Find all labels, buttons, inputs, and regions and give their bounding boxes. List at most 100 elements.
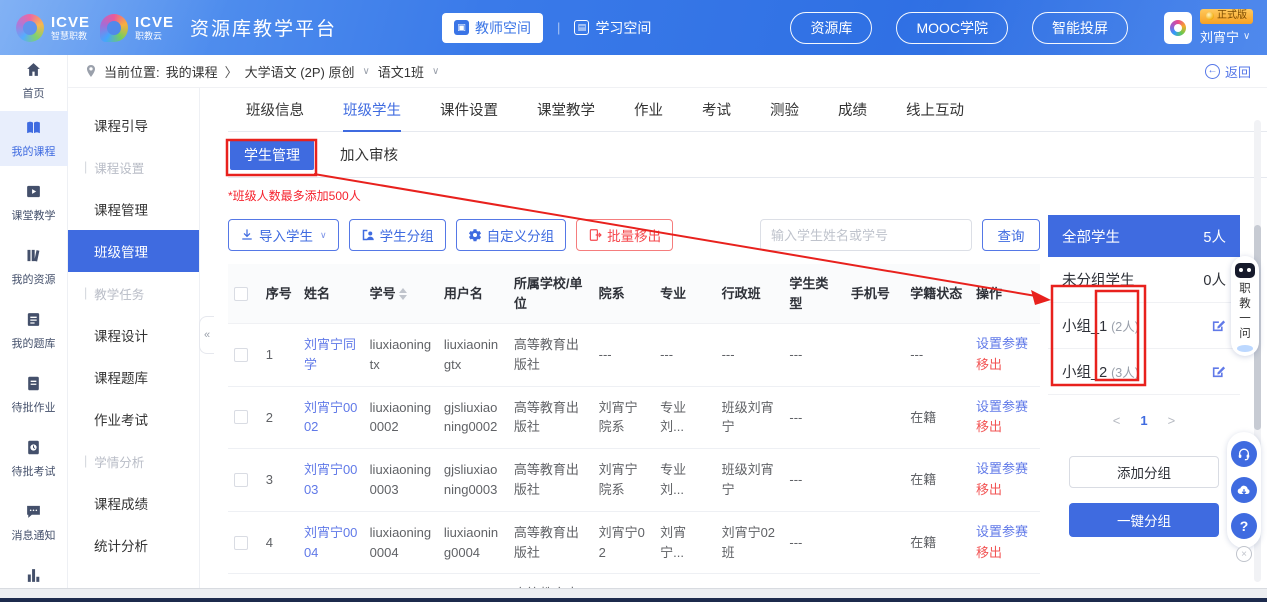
remove-student-link[interactable]: 移出 bbox=[976, 543, 1034, 564]
menu-section-8: 学情分析 bbox=[68, 440, 199, 482]
close-float-button[interactable]: × bbox=[1236, 546, 1252, 562]
chevron-down-icon[interactable]: ∨ bbox=[362, 66, 369, 77]
remove-student-link[interactable]: 移出 bbox=[976, 417, 1034, 438]
tab-3[interactable]: 课堂教学 bbox=[537, 99, 595, 131]
import-students-button[interactable]: 导入学生 ∨ bbox=[228, 219, 339, 251]
sidebar-item-homework[interactable]: 待批作业 bbox=[0, 367, 68, 422]
assistant-label-char: 职 bbox=[1239, 282, 1251, 297]
teacher-space-button[interactable]: ▣ 教师空间 bbox=[442, 13, 543, 43]
assistant-widget[interactable]: 职教一问 bbox=[1231, 256, 1259, 356]
menu-item-10[interactable]: 统计分析 bbox=[68, 524, 199, 566]
query-button[interactable]: 查询 bbox=[982, 219, 1040, 251]
headset-icon bbox=[1237, 447, 1251, 461]
stats-icon bbox=[25, 567, 42, 587]
prev-page-button[interactable]: < bbox=[1113, 413, 1121, 428]
tab-5[interactable]: 考试 bbox=[702, 99, 731, 131]
group-all-students[interactable]: 全部学生 5人 bbox=[1048, 215, 1240, 257]
download-center-button[interactable] bbox=[1231, 477, 1257, 503]
row-checkbox[interactable] bbox=[234, 473, 248, 487]
group-item-2[interactable]: 小组_2(3人) bbox=[1048, 349, 1240, 395]
course-sidebar-menu: 课程引导课程设置课程管理班级管理教学任务课程设计课程题库作业考试学情分析课程成绩… bbox=[68, 88, 200, 602]
subtab-student-management[interactable]: 学生管理 bbox=[230, 140, 314, 170]
menu-item-7[interactable]: 作业考试 bbox=[68, 398, 199, 440]
batch-remove-button[interactable]: 批量移出 bbox=[576, 219, 673, 251]
version-badge: 正式版 bbox=[1200, 9, 1253, 24]
student-name-link[interactable]: 刘宵宁0004 bbox=[304, 525, 357, 560]
group-name: 小组_2 bbox=[1062, 361, 1107, 382]
set-contest-link[interactable]: 设置参赛 bbox=[976, 522, 1034, 543]
row-checkbox[interactable] bbox=[234, 410, 248, 424]
play-icon bbox=[25, 183, 42, 203]
group-count: (3人) bbox=[1111, 362, 1139, 381]
row-checkbox[interactable] bbox=[234, 536, 248, 550]
set-contest-link[interactable]: 设置参赛 bbox=[976, 397, 1034, 418]
menu-item-3[interactable]: 班级管理 bbox=[68, 230, 199, 272]
user-menu[interactable]: 刘宵宁 ∨ bbox=[1200, 27, 1250, 46]
header-pill-0[interactable]: 资源库 bbox=[790, 12, 872, 44]
tab-8[interactable]: 线上互动 bbox=[906, 99, 964, 131]
menu-item-6[interactable]: 课程题库 bbox=[68, 356, 199, 398]
student-name-link[interactable]: 刘宵宁0003 bbox=[304, 462, 357, 497]
column-header-10: 学籍状态 bbox=[904, 264, 970, 324]
next-page-button[interactable]: > bbox=[1168, 413, 1176, 428]
menu-item-0[interactable]: 课程引导 bbox=[68, 104, 199, 146]
column-header-7: 行政班 bbox=[716, 264, 784, 324]
auto-group-button[interactable]: 一键分组 bbox=[1069, 503, 1219, 537]
group-item-1[interactable]: 小组_1(2人) bbox=[1048, 303, 1240, 349]
remove-student-link[interactable]: 移出 bbox=[976, 480, 1034, 501]
sidebar-item-message[interactable]: 消息通知 bbox=[0, 495, 68, 550]
edit-icon bbox=[1211, 364, 1226, 379]
breadcrumb-class[interactable]: 语文1班 bbox=[378, 62, 424, 81]
tab-4[interactable]: 作业 bbox=[634, 99, 663, 131]
header-pill-1[interactable]: MOOC学院 bbox=[896, 12, 1008, 44]
remove-student-link[interactable]: 移出 bbox=[976, 355, 1034, 376]
tab-7[interactable]: 成绩 bbox=[838, 99, 867, 131]
student-search-input[interactable] bbox=[760, 219, 972, 251]
sidebar-item-home[interactable]: 首页 bbox=[0, 55, 68, 107]
group-ungrouped-students[interactable]: 未分组学生 0人 bbox=[1048, 257, 1240, 303]
top-header: ICVE 智慧职教 ICVE 职教云 资源库教学平台 ▣ 教师空间 | ▤ 学习… bbox=[0, 0, 1267, 55]
student-name-link[interactable]: 刘宵宁0002 bbox=[304, 400, 357, 435]
learn-space-button[interactable]: ▤ 学习空间 bbox=[574, 18, 651, 38]
select-all-checkbox[interactable] bbox=[234, 287, 248, 301]
subtab-join-review[interactable]: 加入审核 bbox=[340, 144, 398, 165]
menu-item-5[interactable]: 课程设计 bbox=[68, 314, 199, 356]
assistant-label-char: 问 bbox=[1239, 327, 1251, 342]
column-header-5: 院系 bbox=[593, 264, 654, 324]
add-group-button[interactable]: 添加分组 bbox=[1069, 456, 1219, 488]
student-name-link[interactable]: 刘宵宁同学 bbox=[304, 337, 356, 372]
set-contest-link[interactable]: 设置参赛 bbox=[976, 334, 1034, 355]
sort-icon[interactable] bbox=[399, 288, 407, 300]
current-page[interactable]: 1 bbox=[1140, 413, 1147, 428]
edit-group-button[interactable] bbox=[1211, 318, 1226, 333]
edit-group-button[interactable] bbox=[1211, 364, 1226, 379]
set-contest-link[interactable]: 设置参赛 bbox=[976, 459, 1034, 480]
ungrouped-count: 0人 bbox=[1203, 269, 1226, 290]
sidebar-item-bank[interactable]: 我的题库 bbox=[0, 303, 68, 358]
sidebar-item-resource[interactable]: 我的资源 bbox=[0, 239, 68, 294]
sidebar-item-course[interactable]: 我的课程 bbox=[0, 111, 68, 166]
student-toolbar: 导入学生 ∨ 学生分组 自定义分组 批量移 bbox=[228, 219, 1040, 251]
customer-service-button[interactable] bbox=[1231, 441, 1257, 467]
back-button[interactable]: ← 返回 bbox=[1205, 62, 1251, 81]
group-students-button[interactable]: 学生分组 bbox=[349, 219, 446, 251]
sidebar-item-play[interactable]: 课堂教学 bbox=[0, 175, 68, 230]
tab-6[interactable]: 测验 bbox=[770, 99, 799, 131]
group-panel: 全部学生 5人 未分组学生 0人 小组_1(2人)小组_2(3人) < 1 > … bbox=[1048, 215, 1240, 537]
tab-2[interactable]: 课件设置 bbox=[440, 99, 498, 131]
tab-1[interactable]: 班级学生 bbox=[343, 99, 401, 132]
breadcrumb-course[interactable]: 大学语文 (2P) 原创 bbox=[245, 62, 355, 81]
breadcrumb-my-courses[interactable]: 我的课程 bbox=[166, 62, 218, 81]
custom-group-button[interactable]: 自定义分组 bbox=[456, 219, 567, 251]
tab-0[interactable]: 班级信息 bbox=[246, 99, 304, 131]
menu-item-2[interactable]: 课程管理 bbox=[68, 188, 199, 230]
chevron-down-icon[interactable]: ∨ bbox=[432, 66, 439, 77]
message-icon bbox=[25, 503, 42, 523]
menu-item-9[interactable]: 课程成绩 bbox=[68, 482, 199, 524]
collapse-sidebar-button[interactable]: « bbox=[199, 316, 214, 354]
user-avatar[interactable] bbox=[1164, 12, 1192, 44]
sidebar-item-exam[interactable]: 待批考试 bbox=[0, 431, 68, 486]
help-button[interactable]: ? bbox=[1231, 513, 1257, 539]
row-checkbox[interactable] bbox=[234, 348, 248, 362]
header-pill-2[interactable]: 智能投屏 bbox=[1032, 12, 1128, 44]
